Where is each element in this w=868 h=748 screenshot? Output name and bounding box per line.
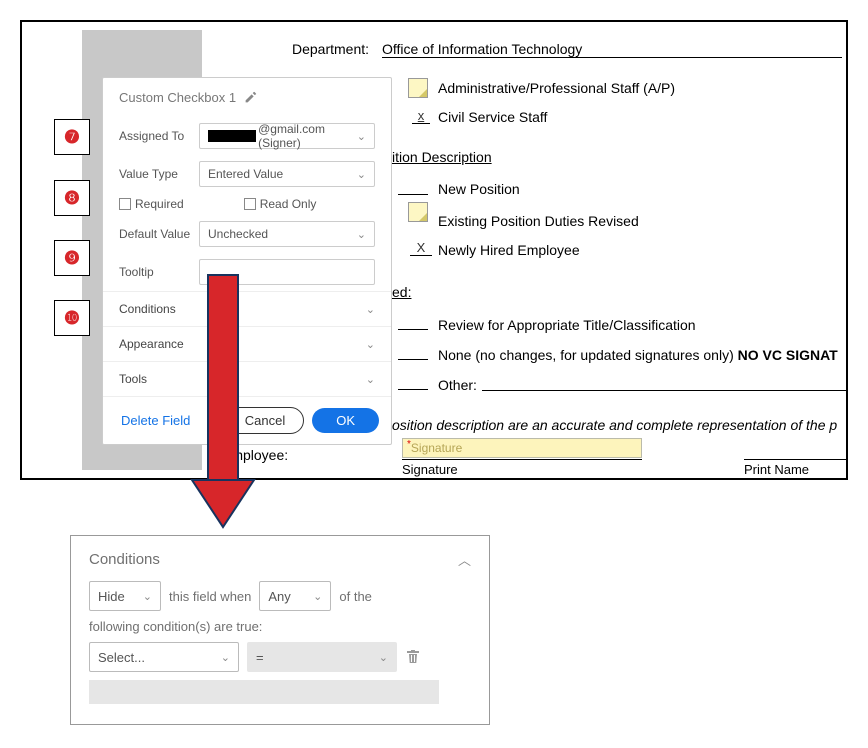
other-underline [482,390,848,391]
new-position-label: New Position [438,181,520,197]
none-checkbox[interactable] [398,359,428,360]
condition-field-dropdown[interactable]: Select...⌄ [89,642,239,672]
department-underline [382,57,842,58]
default-value-dropdown[interactable]: Unchecked⌄ [199,221,375,247]
value-type-row: Value Type Entered Value⌄ [103,155,391,193]
default-value-row: Default Value Unchecked⌄ [103,215,391,253]
chevron-down-icon: ⌄ [357,168,366,181]
condition-subline: following condition(s) are true: [89,619,471,634]
chevron-down-icon: ⌄ [379,651,388,664]
callout-badge-10: ❿ [54,300,90,336]
condition-text-1: this field when [169,589,251,604]
staff-civil-checkbox[interactable]: x [412,108,430,124]
redacted-email-prefix [208,130,256,142]
signature-field[interactable]: *Signature [402,438,642,458]
conditions-title-row[interactable]: Conditions ︿ [89,550,471,569]
assigned-to-row: Assigned To @gmail.com (Signer)⌄ [103,117,391,155]
chevron-up-icon: ︿ [458,550,471,569]
required-checkbox[interactable]: Required [119,197,184,211]
chevron-down-icon: ⌄ [366,338,375,351]
top-frame: Department: Office of Information Techno… [20,20,848,480]
review-checkbox[interactable] [398,329,428,330]
conditions-panel: Conditions ︿ Hide⌄ this field when Any⌄ … [70,535,490,725]
value-type-dropdown[interactable]: Entered Value⌄ [199,161,375,187]
callout-badge-9: ❾ [54,240,90,276]
print-name-caption: Print Name [744,462,809,477]
position-description-heading: ition Description [392,149,492,165]
value-type-label: Value Type [119,167,199,181]
signature-caption: Signature [402,462,458,477]
sticky-note-icon [408,78,428,98]
arrow-icon [180,265,270,545]
printname-underline [744,459,848,460]
condition-text-2: of the [339,589,372,604]
new-position-checkbox[interactable] [398,194,428,195]
readonly-checkbox[interactable]: Read Only [244,197,317,211]
department-label: Department: [292,41,369,57]
condition-sentence-row: Hide⌄ this field when Any⌄ of the [89,581,471,611]
newly-hired-checkbox[interactable]: X [410,240,432,256]
assigned-to-dropdown[interactable]: @gmail.com (Signer)⌄ [199,123,375,149]
popup-title: Custom Checkbox 1 [119,90,236,105]
chevron-down-icon: ⌄ [366,373,375,386]
staff-ap-label: Administrative/Professional Staff (A/P) [438,80,675,96]
callout-badge-8: ❽ [54,180,90,216]
chevron-down-icon: ⌄ [143,590,152,603]
chevron-down-icon: ⌄ [366,303,375,316]
chevron-down-icon: ⌄ [221,651,230,664]
condition-operator-dropdown[interactable]: =⌄ [247,642,397,672]
condition-rule-row: Select...⌄ =⌄ [89,642,471,672]
popup-title-row: Custom Checkbox 1 [103,78,391,117]
existing-position-label: Existing Position Duties Revised [438,213,639,229]
other-checkbox[interactable] [398,389,428,390]
staff-civil-label: Civil Service Staff [438,109,547,125]
none-label: None (no changes, for updated signatures… [438,347,838,363]
chevron-down-icon: ⌄ [313,590,322,603]
default-value-label: Default Value [119,227,199,241]
newly-hired-label: Newly Hired Employee [438,242,580,258]
required-readonly-row: Required Read Only [103,193,391,215]
chevron-down-icon: ⌄ [357,130,366,143]
signature-underline [402,459,642,460]
other-label: Other: [438,377,477,393]
hide-show-dropdown[interactable]: Hide⌄ [89,581,161,611]
conditions-title: Conditions [89,551,160,568]
ok-button[interactable]: OK [312,408,379,433]
assigned-to-label: Assigned To [119,129,199,143]
ed-heading-suffix: ed: [392,284,411,300]
callout-badge-7: ❼ [54,119,90,155]
trash-icon[interactable] [405,649,421,665]
any-all-dropdown[interactable]: Any⌄ [259,581,331,611]
certification-text-fragment: osition description are an accurate and … [392,417,837,433]
condition-value-input[interactable] [89,680,439,704]
pencil-icon[interactable] [244,91,257,104]
sticky-note-icon [408,202,428,222]
review-label: Review for Appropriate Title/Classificat… [438,317,696,333]
department-value: Office of Information Technology [382,41,582,57]
chevron-down-icon: ⌄ [357,228,366,241]
